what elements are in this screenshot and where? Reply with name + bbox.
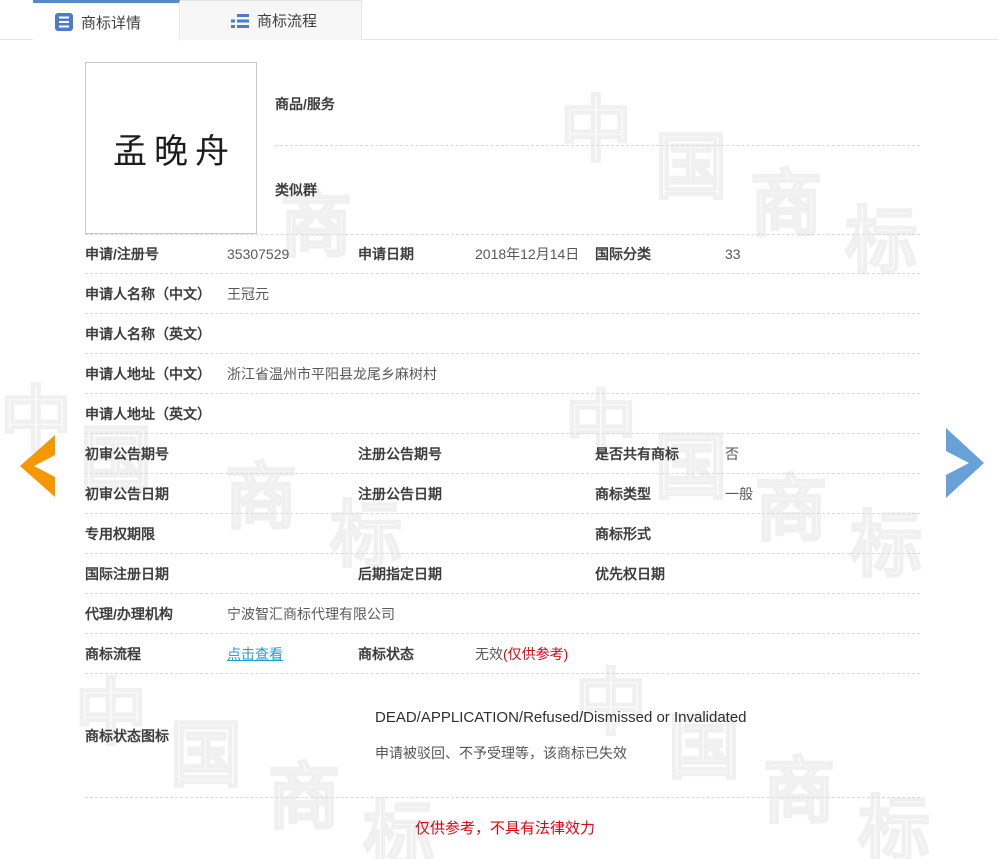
field-value: 王冠元 bbox=[227, 284, 920, 304]
view-process-link[interactable]: 点击查看 bbox=[227, 646, 283, 662]
chevron-right-icon bbox=[946, 428, 984, 498]
field-label: 申请人地址（英文） bbox=[85, 404, 227, 424]
footer-row: 仅供参考，不具有法律效力 bbox=[85, 798, 920, 856]
table-row: 申请人名称（中文） 王冠元 bbox=[85, 274, 920, 314]
field-label: 申请人地址（中文） bbox=[85, 364, 227, 384]
field-label: 后期指定日期 bbox=[358, 564, 475, 584]
field-label: 申请日期 bbox=[358, 244, 475, 264]
goods-services-panel: 商品/服务 类似群 bbox=[275, 62, 920, 234]
tab-trademark-process[interactable]: 商标流程 bbox=[181, 0, 362, 40]
field-label: 申请人名称（英文） bbox=[85, 324, 227, 344]
flow-list-icon bbox=[231, 12, 249, 30]
field-label: 商标流程 bbox=[85, 644, 227, 664]
field-value: 一般 bbox=[725, 484, 753, 504]
status-icon-row: 商标状态图标 DEAD/APPLICATION/Refused/Dismisse… bbox=[85, 674, 920, 798]
field-label: 商标形式 bbox=[595, 524, 725, 544]
field-label: 优先权日期 bbox=[595, 564, 725, 584]
field-label: 注册公告日期 bbox=[358, 484, 475, 504]
goods-services-row: 商品/服务 bbox=[275, 62, 920, 146]
table-row: 初审公告日期 注册公告日期 商标类型 一般 bbox=[85, 474, 920, 514]
field-label: 国际分类 bbox=[595, 244, 725, 264]
goods-services-label: 商品/服务 bbox=[275, 94, 335, 114]
table-row: 商标流程 点击查看 商标状态 无效(仅供参考) bbox=[85, 634, 920, 674]
status-line-cn: 申请被驳回、不予受理等，该商标已失效 bbox=[375, 743, 920, 763]
table-row: 申请人地址（中文） 浙江省温州市平阳县龙尾乡麻树村 bbox=[85, 354, 920, 394]
trademark-image: 孟晚舟 bbox=[85, 62, 257, 234]
field-value: 宁波智汇商标代理有限公司 bbox=[227, 604, 920, 624]
field-value: 33 bbox=[725, 246, 741, 262]
table-row: 专用权期限 商标形式 bbox=[85, 514, 920, 554]
previous-arrow-button[interactable] bbox=[20, 435, 55, 502]
tab-label: 商标流程 bbox=[257, 10, 317, 31]
table-row: 申请/注册号 35307529 申请日期 2018年12月14日 国际分类 33 bbox=[85, 234, 920, 274]
legal-disclaimer: 仅供参考，不具有法律效力 bbox=[415, 817, 595, 838]
status-line-en: DEAD/APPLICATION/Refused/Dismissed or In… bbox=[375, 709, 920, 726]
field-value: 浙江省温州市平阳县龙尾乡麻树村 bbox=[227, 364, 920, 384]
status-note: (仅供参考) bbox=[503, 646, 568, 662]
status-description: DEAD/APPLICATION/Refused/Dismissed or In… bbox=[375, 709, 920, 763]
tab-trademark-detail[interactable]: 商标详情 bbox=[33, 0, 180, 41]
field-label: 初审公告期号 bbox=[85, 444, 227, 464]
field-label: 申请/注册号 bbox=[85, 244, 227, 264]
trademark-detail-page: 中 国 商 标 中 国 商 中 国 商 标 中 国 商 标 中 国 商 标 中 … bbox=[0, 0, 999, 859]
status-value: 无效 bbox=[475, 646, 503, 662]
tab-bar: 商标详情 商标流程 bbox=[0, 0, 999, 40]
table-row: 申请人名称（英文） bbox=[85, 314, 920, 354]
similar-group-row: 类似群 bbox=[275, 146, 920, 234]
chevron-left-icon bbox=[20, 435, 55, 497]
table-row: 代理/办理机构 宁波智汇商标代理有限公司 bbox=[85, 594, 920, 634]
next-arrow-button[interactable] bbox=[946, 428, 984, 503]
trademark-header: 孟晚舟 商品/服务 类似群 bbox=[0, 40, 999, 234]
trademark-image-text: 孟晚舟 bbox=[106, 124, 236, 173]
field-table: 申请/注册号 35307529 申请日期 2018年12月14日 国际分类 33… bbox=[0, 234, 999, 856]
detail-content: 孟晚舟 商品/服务 类似群 申请/注册号 35307529 bbox=[0, 40, 999, 856]
field-label: 代理/办理机构 bbox=[85, 604, 227, 624]
field-label: 申请人名称（中文） bbox=[85, 284, 227, 304]
tab-label: 商标详情 bbox=[81, 12, 141, 33]
table-row: 国际注册日期 后期指定日期 优先权日期 bbox=[85, 554, 920, 594]
field-label: 初审公告日期 bbox=[85, 484, 227, 504]
field-label: 国际注册日期 bbox=[85, 564, 227, 584]
field-value: 35307529 bbox=[227, 246, 358, 262]
field-label: 是否共有商标 bbox=[595, 444, 725, 464]
field-value: 2018年12月14日 bbox=[475, 244, 579, 264]
document-list-icon bbox=[55, 13, 73, 31]
field-label: 专用权期限 bbox=[85, 524, 227, 544]
table-row: 初审公告期号 注册公告期号 是否共有商标 否 bbox=[85, 434, 920, 474]
table-row: 申请人地址（英文） bbox=[85, 394, 920, 434]
field-label: 商标类型 bbox=[595, 484, 725, 504]
similar-group-label: 类似群 bbox=[275, 180, 317, 200]
field-label: 商标状态 bbox=[358, 644, 475, 664]
field-label: 注册公告期号 bbox=[358, 444, 475, 464]
field-value: 否 bbox=[725, 444, 739, 464]
field-label: 商标状态图标 bbox=[85, 726, 375, 746]
